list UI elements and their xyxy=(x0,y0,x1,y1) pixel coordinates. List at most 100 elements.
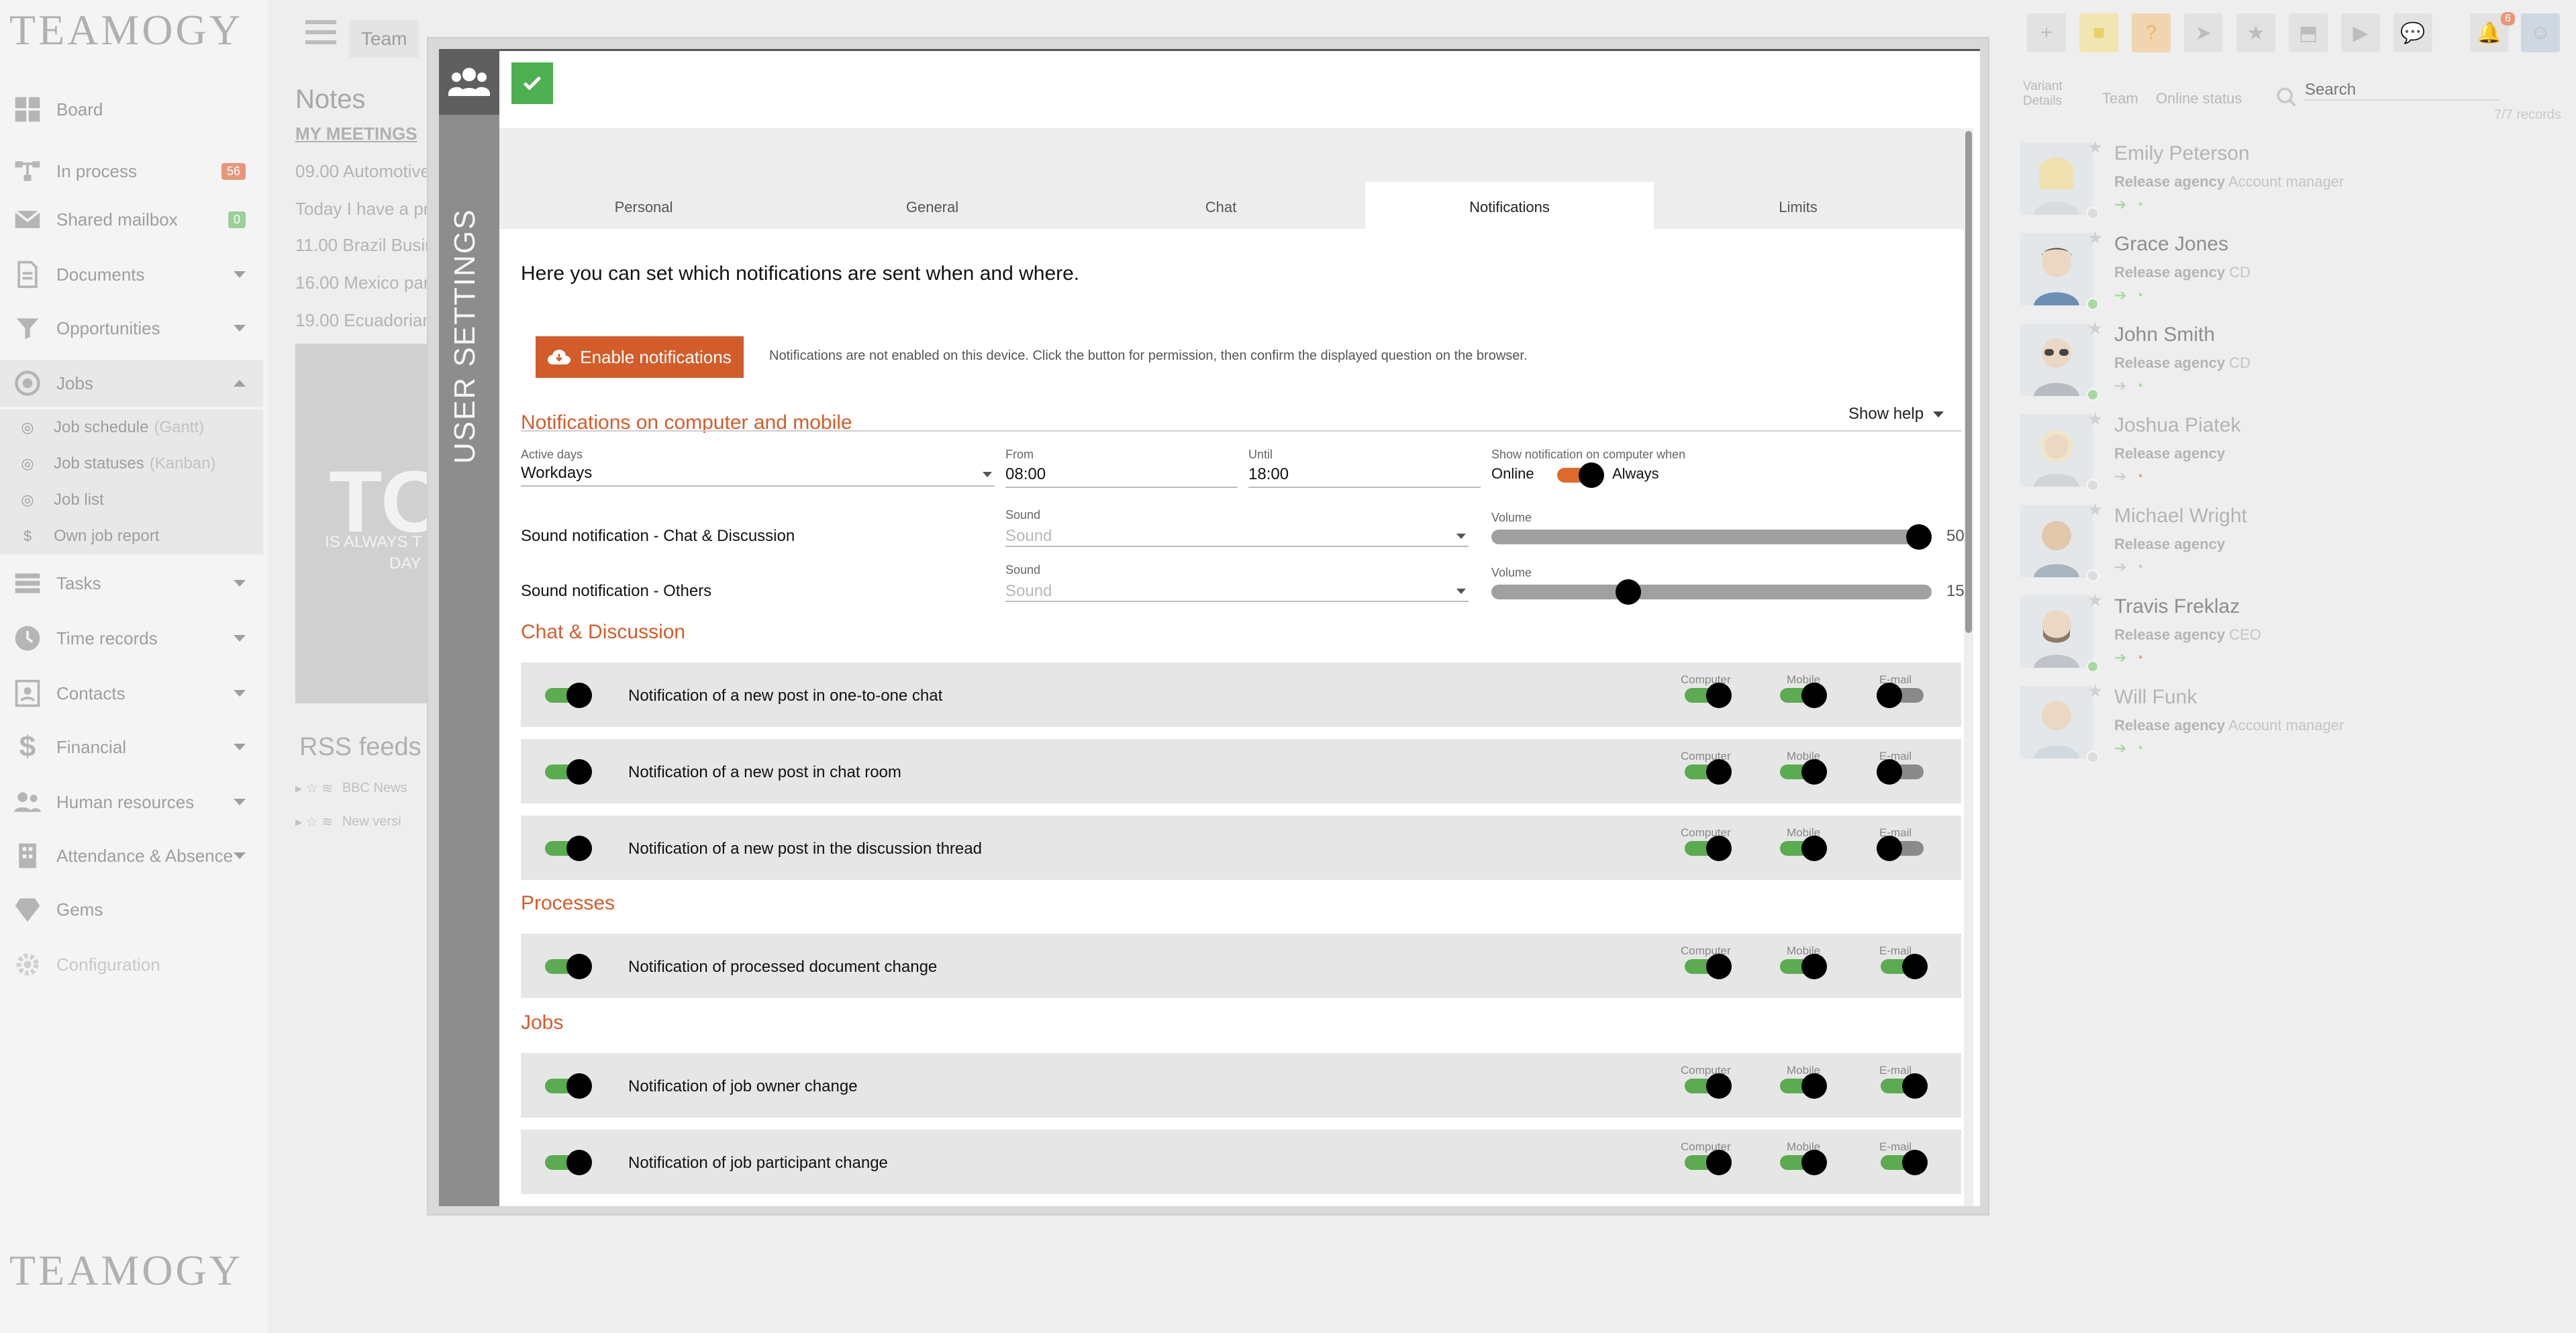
app-logo[interactable]: TEAMOGY xyxy=(9,5,240,72)
sound-select-others[interactable]: Sound xyxy=(1005,582,1052,601)
timer-icon[interactable]: ◔ xyxy=(2134,558,2143,576)
scrollbar-thumb[interactable] xyxy=(1965,131,1972,633)
contact-name[interactable]: Travis Freklaz xyxy=(2114,595,2240,618)
help-icon[interactable]: ? xyxy=(2132,13,2171,52)
user-avatar[interactable]: ☺ xyxy=(2521,13,2560,52)
timer-icon[interactable]: ◔ xyxy=(2134,740,2143,757)
star-icon[interactable]: ★ xyxy=(2087,681,2103,701)
login-icon[interactable]: ➔ xyxy=(2114,649,2126,666)
video-icon[interactable]: ▶ xyxy=(2341,13,2380,52)
row-master-toggle[interactable] xyxy=(545,683,592,708)
mobile-toggle[interactable] xyxy=(1780,1150,1827,1175)
send-icon[interactable]: ➤ xyxy=(2184,13,2223,52)
contact-card[interactable]: ★ Grace Jones Release agency CD ➔ ◔ xyxy=(2020,228,2544,313)
nav-job-statuses[interactable]: ◎ Job statuses (Kanban) xyxy=(0,446,263,482)
star-icon[interactable]: ★ xyxy=(2087,590,2103,611)
nav-human-resources[interactable]: Human resources xyxy=(0,779,263,826)
nav-job-list[interactable]: ◎ Job list xyxy=(0,482,263,518)
email-toggle[interactable] xyxy=(1881,954,1928,979)
contact-card[interactable]: ★ John Smith Release agency CD ➔ ◔ xyxy=(2020,318,2544,404)
star-icon[interactable]: ★ xyxy=(2087,137,2103,158)
mobile-toggle[interactable] xyxy=(1780,954,1827,979)
computer-toggle[interactable] xyxy=(1685,1150,1732,1175)
login-icon[interactable]: ➔ xyxy=(2114,287,2126,304)
email-toggle[interactable] xyxy=(1881,1073,1928,1099)
star-icon[interactable]: ★ xyxy=(2087,228,2103,248)
slider-knob[interactable] xyxy=(1906,524,1932,550)
nav-documents[interactable]: Documents xyxy=(0,251,263,298)
login-icon[interactable]: ➔ xyxy=(2114,740,2126,757)
row-master-toggle[interactable] xyxy=(545,836,592,861)
login-icon[interactable]: ➔ xyxy=(2114,558,2126,576)
contact-name[interactable]: Will Funk xyxy=(2114,686,2197,709)
row-master-toggle[interactable] xyxy=(545,1150,592,1175)
star-icon[interactable]: ★ xyxy=(2087,499,2103,520)
timer-icon[interactable]: ◔ xyxy=(2134,468,2143,485)
computer-toggle[interactable] xyxy=(1685,954,1732,979)
rss-item[interactable]: ▸ ☆ ≋ BBC News xyxy=(295,780,407,797)
star-icon[interactable]: ★ xyxy=(2087,318,2103,339)
volume-slider-others[interactable] xyxy=(1491,585,1932,599)
tab-chat[interactable]: Chat xyxy=(1077,182,1365,233)
nav-configuration[interactable]: Configuration xyxy=(0,941,263,988)
login-icon[interactable]: ➔ xyxy=(2114,196,2126,213)
login-icon[interactable]: ➔ xyxy=(2114,377,2126,395)
inbox-icon[interactable]: ⬒ xyxy=(2289,13,2328,52)
enable-notifications-button[interactable]: Enable notifications xyxy=(536,336,744,378)
email-toggle[interactable] xyxy=(1877,683,1924,708)
breadcrumb-team[interactable]: Team xyxy=(2102,90,2138,107)
timer-icon[interactable]: ◔ xyxy=(2134,287,2143,304)
row-master-toggle[interactable] xyxy=(545,1073,592,1099)
search-input[interactable] xyxy=(2305,81,2499,101)
mobile-toggle[interactable] xyxy=(1780,759,1827,785)
timer-icon[interactable]: ◔ xyxy=(2134,196,2143,213)
mobile-toggle[interactable] xyxy=(1780,836,1827,861)
email-toggle[interactable] xyxy=(1881,1150,1928,1175)
tab-team[interactable]: Team xyxy=(349,20,419,58)
until-time-input[interactable]: 18:00 xyxy=(1248,465,1289,484)
row-master-toggle[interactable] xyxy=(545,954,592,979)
add-icon[interactable]: + xyxy=(2027,13,2066,52)
menu-toggle-icon[interactable] xyxy=(305,19,336,46)
active-days-select[interactable]: Workdays xyxy=(521,464,592,483)
timer-icon[interactable]: ◔ xyxy=(2134,377,2143,395)
contact-card[interactable]: ★ Will Funk Release agency Account manag… xyxy=(2020,681,2544,767)
contact-name[interactable]: Emily Peterson xyxy=(2114,142,2250,165)
search-icon[interactable] xyxy=(2275,86,2298,109)
mobile-toggle[interactable] xyxy=(1780,1073,1827,1099)
nav-gems[interactable]: Gems xyxy=(0,886,263,933)
save-check-button[interactable] xyxy=(511,62,553,104)
contact-name[interactable]: Grace Jones xyxy=(2114,233,2228,256)
email-toggle[interactable] xyxy=(1877,836,1924,861)
breadcrumb-online-status[interactable]: Online status xyxy=(2156,90,2242,107)
mobile-toggle[interactable] xyxy=(1780,683,1827,708)
computer-toggle[interactable] xyxy=(1685,836,1732,861)
email-toggle[interactable] xyxy=(1877,759,1924,785)
rss-item[interactable]: ▸ ☆ ≋ New versi xyxy=(295,813,401,830)
tab-personal[interactable]: Personal xyxy=(499,182,788,233)
computer-toggle[interactable] xyxy=(1685,759,1732,785)
contact-card[interactable]: ★ Travis Freklaz Release agency CEO ➔ ◔ xyxy=(2020,590,2544,676)
login-icon[interactable]: ➔ xyxy=(2114,468,2126,485)
sound-select-chat[interactable]: Sound xyxy=(1005,527,1052,546)
volume-slider-chat[interactable] xyxy=(1491,530,1932,544)
from-time-input[interactable]: 08:00 xyxy=(1005,465,1046,484)
tab-notifications[interactable]: Notifications xyxy=(1365,182,1654,233)
chat-icon[interactable]: 💬 xyxy=(2393,13,2432,52)
show-when-toggle[interactable] xyxy=(1557,462,1604,488)
tab-limits[interactable]: Limits xyxy=(1654,182,1942,233)
computer-toggle[interactable] xyxy=(1685,1073,1732,1099)
computer-toggle[interactable] xyxy=(1685,683,1732,708)
star-icon[interactable]: ★ xyxy=(2236,13,2275,52)
show-help-toggle[interactable]: Show help xyxy=(1848,405,1944,424)
nav-jobs[interactable]: Jobs xyxy=(0,360,263,407)
nav-opportunities[interactable]: Opportunities xyxy=(0,305,263,352)
nav-tasks[interactable]: Tasks xyxy=(0,560,263,607)
contact-card[interactable]: ★ Michael Wright Release agency ➔ ◔ xyxy=(2020,499,2544,585)
nav-contacts[interactable]: Contacts xyxy=(0,670,263,717)
nav-job-schedule[interactable]: ◎ Job schedule (Gantt) xyxy=(0,409,263,446)
contact-name[interactable]: Michael Wright xyxy=(2114,505,2247,528)
nav-time-records[interactable]: Time records xyxy=(0,615,263,662)
nav-own-job-report[interactable]: $ Own job report xyxy=(0,518,263,554)
timer-icon[interactable]: ◔ xyxy=(2134,649,2143,666)
